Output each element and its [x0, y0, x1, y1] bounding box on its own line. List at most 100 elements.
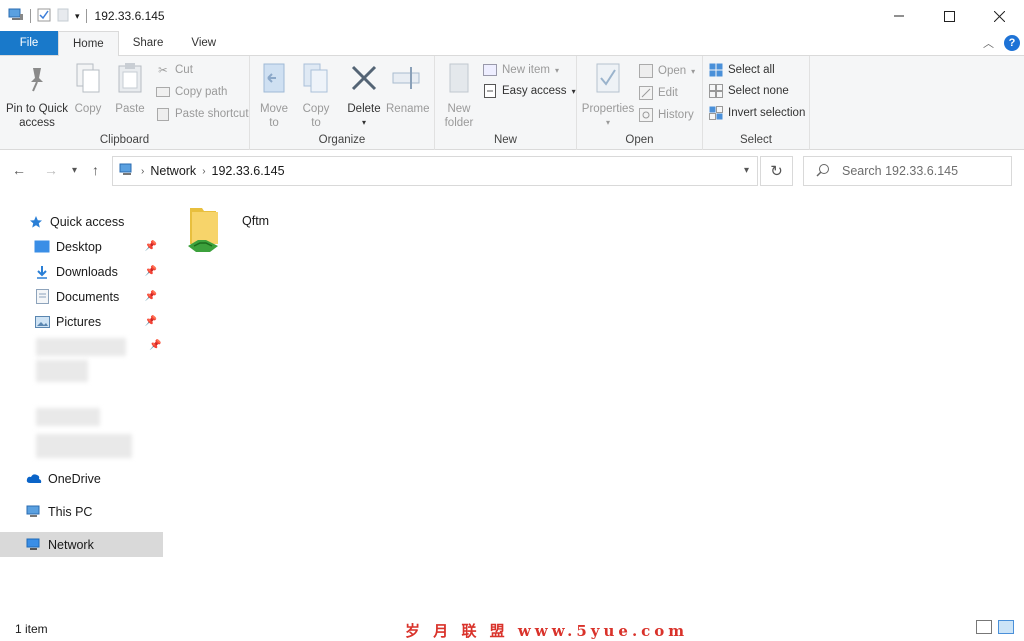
search-input[interactable]: Search 192.33.6.145 [803, 156, 1012, 186]
star-icon [28, 214, 44, 230]
maximize-button[interactable] [924, 0, 974, 32]
properties-qat-icon[interactable] [37, 8, 51, 25]
tab-share[interactable]: Share [119, 31, 178, 55]
rename-label: Rename [386, 103, 430, 115]
nav-documents[interactable]: Documents 📌 [0, 284, 163, 309]
file-item[interactable]: Qftm [184, 202, 269, 255]
breadcrumb-host[interactable]: 192.33.6.145 [212, 164, 285, 178]
copy-path-label: Copy path [175, 86, 228, 98]
easy-access-label: Easy access [502, 85, 567, 97]
organize-group: Move to Copy to Delete ▾ Rename Organize [250, 56, 435, 150]
history-button[interactable]: History [639, 105, 694, 125]
nav-onedrive[interactable]: OneDrive [0, 466, 163, 491]
nav-documents-label: Documents [56, 289, 120, 304]
delete-button[interactable]: Delete ▾ [344, 60, 384, 130]
history-icon [639, 108, 653, 122]
open-group-label: Open [625, 134, 654, 146]
rename-button[interactable]: Rename [386, 60, 430, 116]
open-group: Properties ▾ Open ▾ Edit History Open [577, 56, 703, 150]
recent-locations-icon[interactable]: ▾ [72, 165, 77, 176]
help-icon[interactable]: ? [1004, 35, 1020, 51]
breadcrumb-network[interactable]: Network [150, 164, 196, 178]
new-folder-qat-icon[interactable] [57, 8, 69, 25]
copy-to-button[interactable]: Copy to [298, 60, 334, 130]
breadcrumb-chevron-icon-2[interactable]: › [202, 166, 205, 177]
new-item-button[interactable]: New item ▾ [483, 60, 559, 80]
nav-downloads[interactable]: Downloads 📌 [0, 259, 163, 284]
paste-shortcut-button[interactable]: Paste shortcut [156, 104, 249, 124]
easy-access-dropdown-icon: ▾ [571, 86, 576, 96]
address-dropdown-icon[interactable]: ▾ [744, 165, 749, 176]
window-title: 192.33.6.145 [94, 9, 165, 23]
nav-this-pc[interactable]: This PC [0, 499, 163, 524]
item-count: 1 item [15, 622, 48, 636]
select-none-button[interactable]: Select none [709, 81, 789, 101]
forward-arrow-icon[interactable]: → [44, 162, 58, 178]
pictures-icon [34, 314, 50, 330]
close-button[interactable] [974, 0, 1024, 32]
delete-dropdown-icon: ▾ [361, 118, 366, 127]
copy-path-button[interactable]: Copy path [156, 82, 227, 102]
tab-home[interactable]: Home [58, 31, 119, 56]
copy-icon [72, 60, 104, 96]
search-placeholder: Search 192.33.6.145 [842, 164, 959, 178]
customize-qat-icon[interactable]: ▾ [75, 11, 80, 22]
new-folder-button[interactable]: New folder [441, 60, 477, 130]
invert-selection-button[interactable]: Invert selection [709, 103, 805, 123]
nav-network[interactable]: Network [0, 532, 163, 557]
file-name: Qftm [242, 214, 270, 228]
pin-icon-pictures[interactable]: 📌 [145, 316, 157, 327]
nav-quick-access[interactable]: Quick access [0, 209, 163, 234]
select-all-icon [709, 63, 723, 77]
tab-file[interactable]: File [0, 31, 58, 55]
easy-access-icon [483, 84, 497, 98]
refresh-button[interactable]: ↻ [760, 156, 793, 186]
navigation-pane: Quick access Desktop 📌 Downloads 📌 Docum… [0, 198, 165, 608]
pin-icon-documents[interactable]: 📌 [145, 291, 157, 302]
nav-downloads-label: Downloads [56, 264, 118, 279]
move-to-button[interactable]: Move to [256, 60, 292, 130]
network-computer-icon [8, 8, 24, 25]
minimize-button[interactable] [874, 0, 924, 32]
cut-button[interactable]: ✂ Cut [156, 60, 193, 80]
delete-label: Delete [347, 103, 381, 115]
open-button[interactable]: Open ▾ [639, 61, 695, 81]
paste-shortcut-label: Paste shortcut [175, 108, 249, 120]
invert-selection-icon [709, 106, 723, 120]
breadcrumb-chevron-icon[interactable]: › [141, 166, 144, 177]
select-group: Select all Select none Invert selection … [703, 56, 810, 150]
open-label: Open [658, 65, 687, 77]
properties-button[interactable]: Properties ▾ [581, 60, 635, 130]
paste-label: Paste [115, 103, 145, 115]
open-icon [639, 64, 653, 78]
back-arrow-icon[interactable]: ← [12, 162, 26, 178]
large-icons-view-icon[interactable] [998, 620, 1014, 634]
paste-shortcut-icon [156, 107, 170, 121]
copy-button[interactable]: Copy [70, 60, 106, 116]
copy-label: Copy [74, 103, 102, 115]
edit-button[interactable]: Edit [639, 83, 678, 103]
minimize-ribbon-icon[interactable]: ︿ [983, 35, 994, 51]
nav-quick-access-label: Quick access [50, 214, 125, 229]
nav-desktop-label: Desktop [56, 239, 102, 254]
explorer-window: ▾ 192.33.6.145 File Home Share View ︿ ? [0, 0, 1024, 641]
tab-view[interactable]: View [177, 31, 230, 55]
easy-access-button[interactable]: Easy access ▾ [483, 81, 576, 101]
pin-to-quick-access-button[interactable]: Pin to Quick access [6, 60, 68, 130]
edit-label: Edit [658, 87, 678, 99]
paste-button[interactable]: Paste [112, 60, 148, 116]
details-view-icon[interactable] [976, 620, 992, 634]
watermark: 岁 月 联 盟 www.5yue.com [405, 622, 689, 640]
move-to-label: Move to [259, 103, 289, 129]
rename-icon [391, 60, 423, 96]
select-all-button[interactable]: Select all [709, 60, 775, 80]
pin-icon-desktop[interactable]: 📌 [145, 241, 157, 252]
invert-selection-label: Invert selection [728, 107, 806, 119]
properties-icon [592, 60, 624, 96]
pin-icon-downloads[interactable]: 📌 [145, 266, 157, 277]
up-arrow-icon[interactable]: ↑ [92, 162, 99, 178]
new-item-label: New item [502, 64, 550, 76]
address-bar[interactable]: › Network › 192.33.6.145 ▾ [112, 156, 758, 186]
nav-pictures[interactable]: Pictures 📌 [0, 309, 163, 334]
nav-desktop[interactable]: Desktop 📌 [0, 234, 163, 259]
